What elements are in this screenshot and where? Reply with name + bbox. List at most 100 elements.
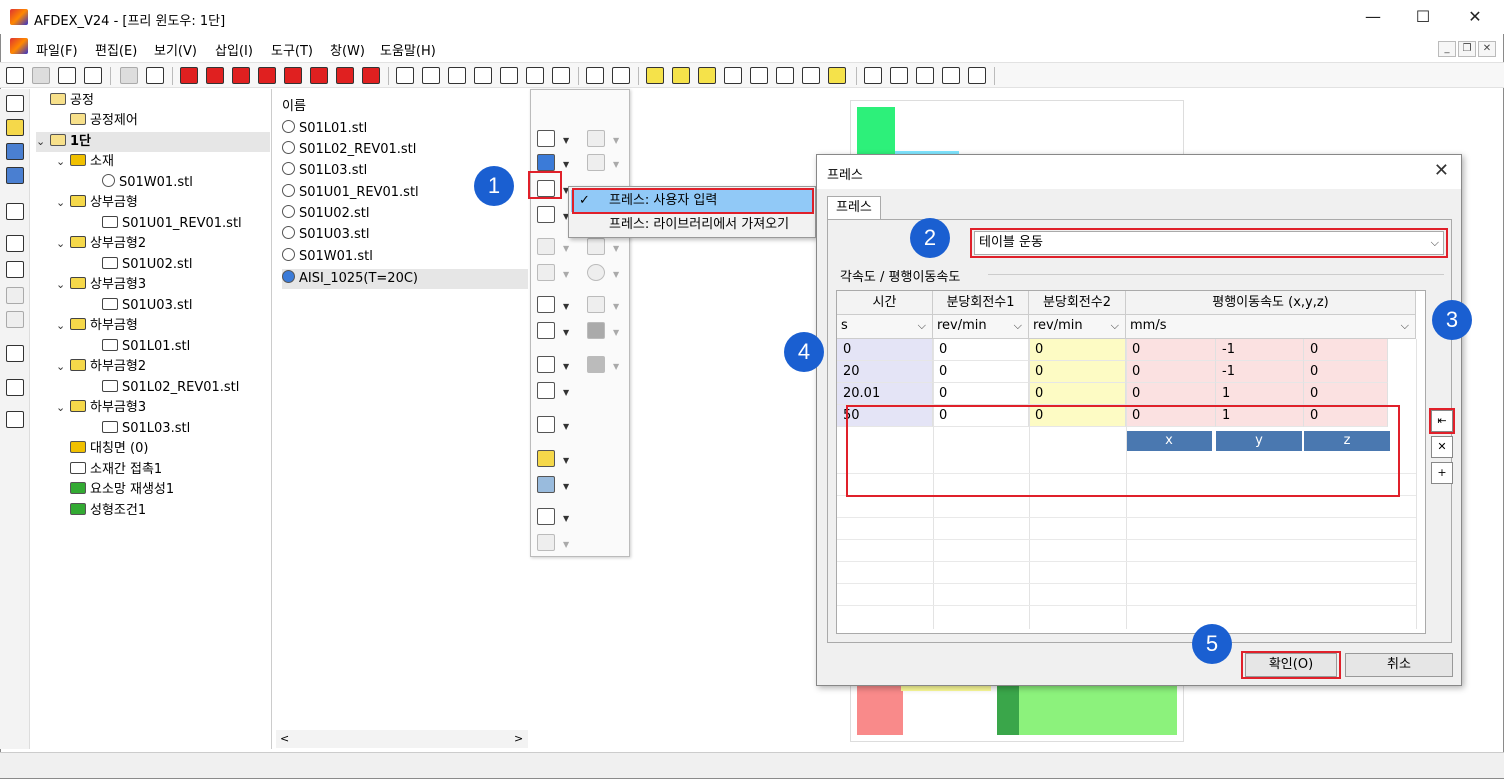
dropdown-arrow-icon[interactable]: ▼ — [613, 136, 619, 145]
open-folder-icon[interactable] — [58, 67, 76, 84]
checklist-icon[interactable] — [6, 411, 24, 428]
table-cell-rpm2[interactable]: 0 — [1029, 361, 1126, 383]
tree-node[interactable]: S01L01.stl — [88, 337, 190, 357]
table-cell-rpm1[interactable]: 0 — [933, 383, 1029, 405]
unit-select-time[interactable]: s ⌵ — [837, 315, 933, 339]
table-cell-vx[interactable]: 0 — [1126, 383, 1216, 405]
unit-select-velocity[interactable]: mm/s ⌵ — [1126, 315, 1416, 339]
tree-node[interactable]: ⌄ 소재 — [56, 152, 114, 172]
dropdown-arrow-icon[interactable]: ▼ — [563, 328, 569, 337]
tree-node[interactable]: S01U02.stl — [88, 255, 192, 275]
table-cell-vy[interactable]: -1 — [1216, 361, 1304, 383]
tree-node[interactable]: ⌄ 상부금형3 — [56, 275, 146, 295]
ring-icon[interactable] — [587, 264, 605, 281]
table-cell-time[interactable]: 0 — [837, 339, 933, 361]
view-front-icon[interactable] — [180, 67, 198, 84]
chart2-icon[interactable] — [537, 534, 555, 551]
screen-icon[interactable] — [6, 203, 24, 220]
table-cell-vx[interactable]: 0 — [1126, 339, 1216, 361]
material-assign-icon[interactable] — [537, 154, 555, 171]
render-refresh-icon[interactable] — [802, 67, 820, 84]
menu-edit[interactable]: 편집(E) — [95, 40, 137, 59]
tree-node[interactable]: ⌄ 상부금형 — [56, 193, 138, 213]
tree-node[interactable]: ⌄ 하부금형 — [56, 316, 138, 336]
menu-file[interactable]: 파일(F) — [36, 40, 78, 59]
dropdown-arrow-icon[interactable]: ▼ — [563, 136, 569, 145]
menu-view[interactable]: 보기(V) — [154, 40, 197, 59]
dropdown-arrow-icon[interactable]: ▼ — [613, 244, 619, 253]
dropdown-arrow-icon[interactable]: ▼ — [563, 362, 569, 371]
table-cell-rpm2[interactable]: 0 — [1029, 339, 1126, 361]
view-iso-icon[interactable] — [336, 67, 354, 84]
minimize-button[interactable]: — — [1358, 6, 1388, 28]
list-item[interactable]: S01U02.stl — [282, 204, 369, 224]
menu-insert[interactable]: 삽입(I) — [215, 40, 253, 59]
rotate-axis-icon[interactable] — [500, 67, 518, 84]
rotate-view-icon[interactable] — [968, 67, 986, 84]
dropdown-arrow-icon[interactable]: ▼ — [563, 244, 569, 253]
tree-node[interactable]: S01W01.stl — [88, 173, 193, 193]
tree-node[interactable]: 소재간 접촉1 — [70, 460, 162, 480]
menu-item-press-library[interactable]: 프레스: 라이브러리에서 가져오기 — [571, 214, 813, 236]
mesh-control-icon[interactable] — [537, 356, 555, 373]
table-cell-rpm1[interactable]: 0 — [933, 361, 1029, 383]
delete-row-icon[interactable]: ✕ — [1431, 436, 1453, 458]
tree-node[interactable]: 대칭면 (0) — [70, 439, 148, 459]
scroll-right-icon[interactable]: > — [514, 732, 523, 745]
open-file-icon[interactable] — [32, 67, 50, 84]
table-cell-vz[interactable]: 0 — [1304, 361, 1388, 383]
dropdown-arrow-icon[interactable]: ▼ — [613, 362, 619, 371]
heater-icon[interactable] — [587, 238, 605, 255]
lubrication-icon[interactable] — [537, 206, 555, 223]
unit-select-rpm1[interactable]: rev/min ⌵ — [933, 315, 1029, 339]
unit-select-rpm2[interactable]: rev/min ⌵ — [1029, 315, 1126, 339]
dropdown-arrow-icon[interactable]: ▼ — [563, 482, 569, 491]
save-icon[interactable] — [84, 67, 102, 84]
scroll-left-icon[interactable]: < — [280, 732, 289, 745]
camera-icon[interactable] — [586, 67, 604, 84]
view-left-icon[interactable] — [232, 67, 250, 84]
mdi-close-icon[interactable]: ✕ — [1478, 41, 1496, 57]
contact-condition-icon[interactable] — [537, 296, 555, 313]
tree-view-icon[interactable] — [6, 95, 24, 112]
import-icon[interactable] — [120, 67, 138, 84]
render-wire-icon[interactable] — [724, 67, 742, 84]
tree-node[interactable]: ⌄ 하부금형2 — [56, 357, 146, 377]
color-palette-icon[interactable] — [612, 67, 630, 84]
bolt-icon[interactable] — [537, 264, 555, 281]
view-top-icon[interactable] — [284, 67, 302, 84]
mdi-minimize-icon[interactable]: _ — [1438, 41, 1456, 57]
chart-icon[interactable] — [537, 508, 555, 525]
dropdown-arrow-icon[interactable]: ▼ — [563, 302, 569, 311]
maximize-button[interactable]: ☐ — [1408, 6, 1438, 28]
view-iso2-icon[interactable] — [362, 67, 380, 84]
table-cell-vx[interactable]: 0 — [1126, 361, 1216, 383]
render-outline-icon[interactable] — [776, 67, 794, 84]
rotate-z-icon[interactable] — [448, 67, 466, 84]
table-cell-rpm1[interactable]: 0 — [933, 339, 1029, 361]
dropdown-arrow-icon[interactable]: ▼ — [563, 540, 569, 549]
transfer-icon[interactable] — [587, 154, 605, 171]
dropdown-arrow-icon[interactable]: ▼ — [563, 456, 569, 465]
dialog-close-icon[interactable]: ✕ — [1434, 160, 1449, 181]
tree-node[interactable]: ⌄ 상부금형2 — [56, 234, 146, 254]
dropdown-arrow-icon[interactable]: ▼ — [563, 270, 569, 279]
tree-node[interactable]: 공정 — [36, 91, 94, 111]
file-list-header[interactable]: 이름 — [282, 95, 306, 114]
tree-node[interactable]: 성형조건1 — [70, 501, 146, 521]
pan-hand-icon[interactable] — [942, 67, 960, 84]
list-item[interactable]: S01U01_REV01.stl — [282, 183, 419, 203]
tab-press[interactable]: 프레스 — [827, 196, 881, 220]
list-item-selected[interactable]: AISI_1025(T=20C) — [282, 269, 528, 289]
close-button[interactable]: ✕ — [1460, 6, 1490, 28]
box-icon[interactable] — [6, 287, 24, 304]
list-item[interactable]: S01L01.stl — [282, 119, 367, 139]
wrench-icon[interactable] — [552, 67, 570, 84]
zoom-in-icon[interactable] — [890, 67, 908, 84]
add-row-icon[interactable]: + — [1431, 462, 1453, 484]
table-cell-time[interactable]: 20.01 — [837, 383, 933, 405]
table-cell-rpm2[interactable]: 0 — [1029, 383, 1126, 405]
dropdown-arrow-icon[interactable]: ▼ — [563, 514, 569, 523]
export-icon[interactable] — [146, 67, 164, 84]
heat-transfer-icon[interactable] — [537, 322, 555, 339]
